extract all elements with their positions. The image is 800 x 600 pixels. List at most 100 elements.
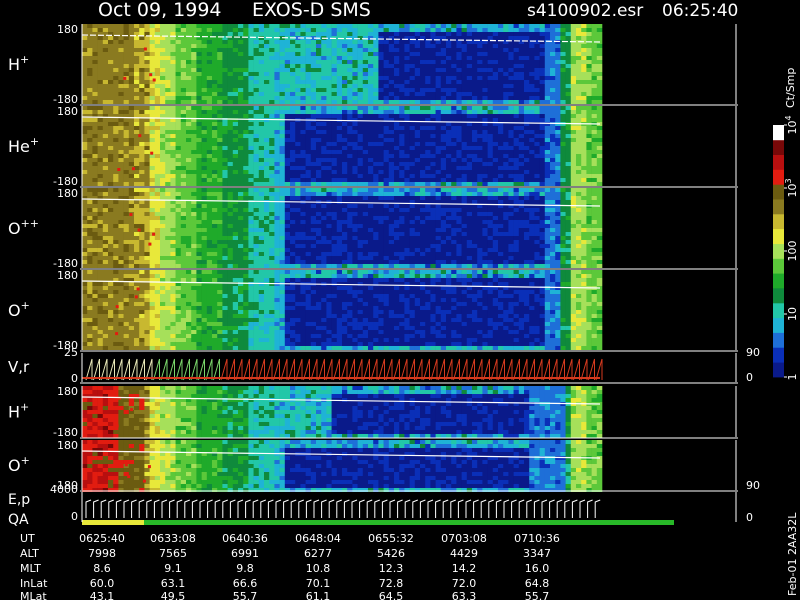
heat-cell — [555, 126, 561, 130]
heat-cell — [165, 40, 171, 44]
heat-cell — [222, 208, 228, 212]
heat-cell — [555, 72, 561, 76]
heat-cell — [248, 118, 254, 122]
heat-cell — [222, 252, 228, 256]
heat-cell — [347, 92, 353, 96]
heat-cell — [279, 150, 286, 154]
heat-cell — [222, 52, 228, 56]
heat-cell — [362, 142, 369, 146]
heat-cell — [596, 84, 603, 88]
heat-cell — [451, 56, 457, 60]
heat-cell — [269, 110, 275, 114]
heat-cell — [180, 84, 187, 88]
heat-cell — [560, 56, 566, 60]
heat-cell — [591, 106, 598, 110]
heat-cell — [310, 134, 317, 138]
heat-cell — [550, 64, 556, 68]
heat-cell — [279, 64, 286, 68]
heat-cell — [456, 174, 462, 178]
heat-cell — [144, 44, 150, 48]
heat-cell — [388, 52, 395, 56]
heat-cell — [524, 84, 530, 88]
heat-cell — [279, 216, 286, 220]
heat-cell — [170, 134, 176, 138]
heat-cell — [539, 92, 546, 96]
heat-cell — [357, 76, 364, 80]
heat-cell — [456, 130, 462, 134]
heat-cell — [201, 236, 208, 240]
heat-cell — [326, 178, 332, 182]
heat-cell — [170, 142, 176, 146]
heat-cell — [446, 178, 452, 182]
heat-cell — [175, 196, 182, 200]
heat-cell — [123, 100, 130, 104]
heat-cell — [581, 64, 587, 68]
heat-cell — [144, 220, 150, 224]
heat-cell — [305, 166, 312, 170]
heat-cell — [555, 100, 561, 104]
heat-cell — [186, 32, 192, 36]
heat-cell — [82, 158, 88, 162]
heat-cell — [191, 142, 197, 146]
heat-cell — [326, 76, 332, 80]
heat-cell — [362, 150, 369, 154]
heat-cell — [466, 142, 473, 146]
heat-cell — [258, 228, 265, 232]
heat-cell — [113, 118, 119, 122]
heat-cell — [97, 188, 104, 192]
heat-cell — [227, 248, 234, 252]
heat-cell — [565, 162, 572, 166]
heat-cell — [238, 52, 244, 56]
heat-cell — [186, 240, 192, 244]
heat-cell — [555, 138, 561, 142]
heat-cell — [222, 130, 228, 134]
heat-cell — [175, 106, 182, 110]
heat-cell — [430, 24, 436, 28]
heat-cell — [586, 114, 592, 118]
heat-cell — [310, 84, 317, 88]
heat-cell — [482, 100, 488, 104]
heat-cell — [82, 122, 88, 126]
heat-cell — [217, 106, 223, 110]
heat-cell — [414, 80, 421, 84]
heat-cell — [191, 182, 197, 186]
heat-cell — [82, 36, 88, 40]
heat-cell — [212, 196, 218, 200]
heat-cell — [477, 170, 483, 174]
heat-cell — [222, 92, 228, 96]
heat-cell — [160, 170, 166, 174]
heat-cell — [212, 220, 218, 224]
heat-cell — [196, 192, 202, 196]
heat-cell — [362, 72, 369, 76]
heat-cell — [97, 154, 104, 158]
heat-cell — [274, 256, 280, 260]
heat-cell — [378, 72, 384, 76]
heat-cell — [102, 200, 109, 204]
heat-cell — [243, 106, 249, 110]
heat-cell — [420, 76, 426, 80]
heat-cell — [144, 72, 150, 76]
heat-cell — [87, 118, 93, 122]
heat-cell — [316, 170, 322, 174]
heat-cell — [279, 188, 286, 192]
heat-cell — [165, 56, 171, 60]
heat-cell — [269, 204, 275, 208]
heat-cell — [92, 92, 98, 96]
heat-cell — [128, 178, 135, 182]
heat-cell — [186, 228, 192, 232]
heat-cell — [175, 170, 182, 174]
heat-cell — [534, 56, 540, 60]
heat-cell — [498, 134, 504, 138]
heat-cell — [326, 244, 332, 248]
heat-cell — [180, 126, 187, 130]
heat-cell — [446, 154, 452, 158]
heat-cell — [149, 162, 156, 166]
heat-cell — [232, 40, 239, 44]
heat-cell — [274, 170, 280, 174]
heat-cell — [477, 36, 483, 40]
heat-cell — [232, 24, 239, 28]
heat-cell — [170, 232, 176, 236]
heat-cell — [196, 126, 202, 130]
heat-cell — [591, 138, 598, 142]
heat-cell — [388, 24, 395, 28]
